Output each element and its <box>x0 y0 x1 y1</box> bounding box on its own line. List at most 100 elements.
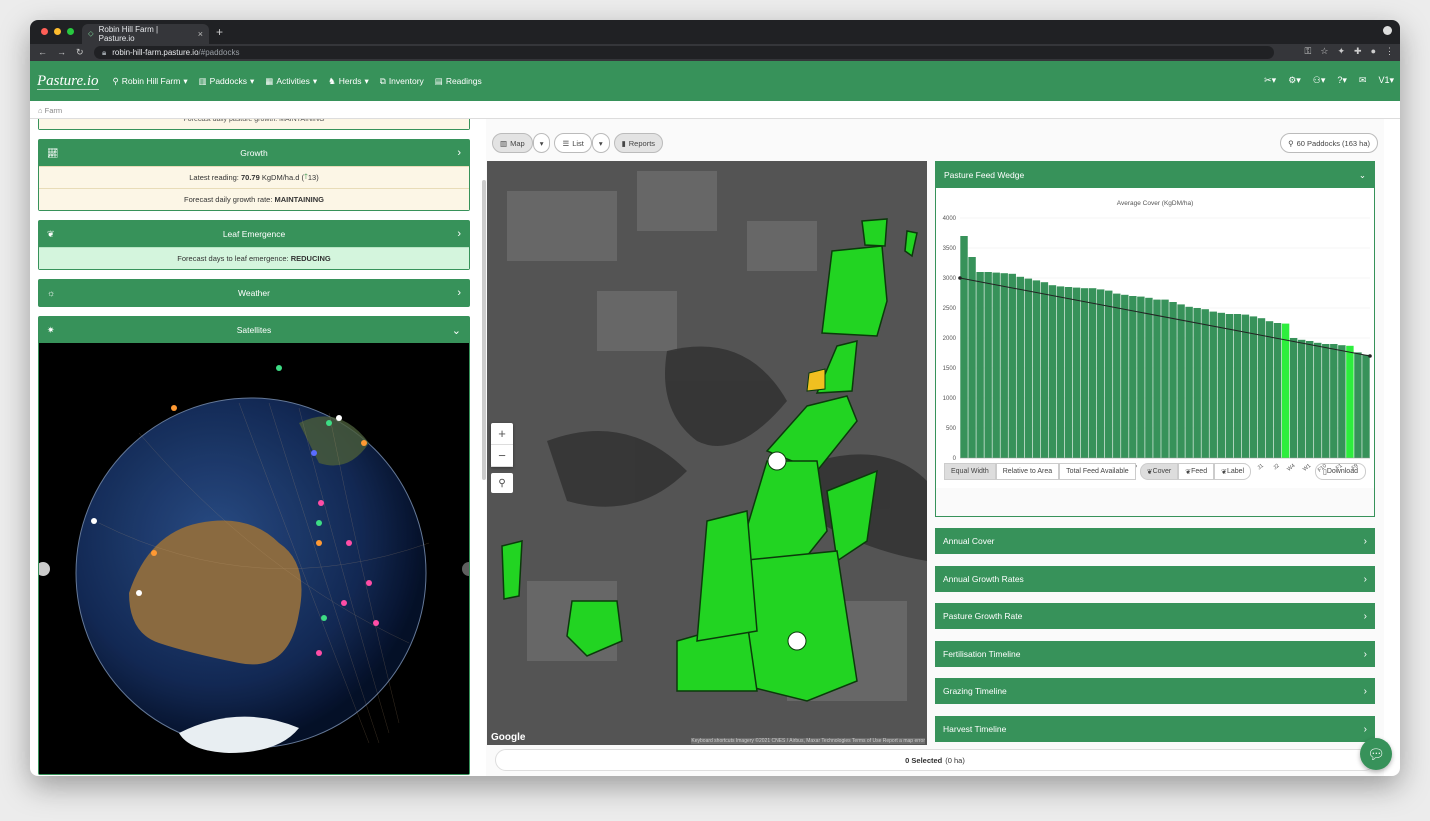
fertilisation-timeline-accordion[interactable]: Fertilisation Timeline › <box>935 641 1375 667</box>
satellite-globe-view[interactable] <box>39 343 469 774</box>
feed-toggle[interactable]: ❦ Feed <box>1178 463 1215 480</box>
y-tick-label: 500 <box>946 426 957 432</box>
browser-tab[interactable]: ⬦ Robin Hill Farm | Pasture.io × <box>82 24 209 44</box>
kebab-menu-icon[interactable]: ⋮ <box>1385 46 1394 57</box>
breadcrumb-farm[interactable]: Farm <box>45 106 63 115</box>
growth-card: 📈︎ Growth › Latest reading: 70.79 KgDM/h… <box>38 139 470 211</box>
chat-widget-button[interactable]: 💬︎ <box>1360 738 1392 770</box>
label-toggle[interactable]: ❦ Label <box>1214 463 1252 480</box>
zoom-out-button[interactable]: − <box>491 445 513 467</box>
tab-close-icon[interactable]: × <box>198 29 203 39</box>
equal-width-button[interactable]: Equal Width <box>944 463 996 480</box>
wedge-bar <box>1161 299 1169 458</box>
map-attribution[interactable]: Keyboard shortcuts Imagery ©2021 CNES / … <box>691 738 925 744</box>
trend-start-point <box>958 276 962 280</box>
user-initials[interactable]: V1▾ <box>1378 75 1394 86</box>
wedge-bar <box>1024 278 1033 458</box>
chevron-right-icon: › <box>457 287 461 299</box>
paddocks-filter-button[interactable]: ⚲ 60 Paddocks (163 ha) <box>1280 133 1378 153</box>
back-icon[interactable]: ← <box>38 47 47 58</box>
grazing-timeline-accordion[interactable]: Grazing Timeline › <box>935 678 1375 704</box>
key-icon[interactable]: ⚿ <box>1305 46 1312 57</box>
pasture-growth-rate-accordion[interactable]: Pasture Growth Rate › <box>935 603 1375 629</box>
x-tick-label: W4 <box>1286 463 1296 473</box>
wedge-bar <box>1008 273 1016 458</box>
chevron-down-icon: ⌄ <box>1358 169 1366 180</box>
browser-menu-icon[interactable] <box>1383 26 1392 35</box>
profile-avatar[interactable]: ● <box>1371 46 1376 57</box>
paddock-map[interactable]: + − ⚲ Google Keyboard shortcuts Imagery … <box>487 161 927 745</box>
map-view-button[interactable]: ▥ Map <box>492 133 533 153</box>
new-tab-icon[interactable]: + <box>216 25 223 39</box>
locate-button[interactable]: ⚲ <box>491 473 513 493</box>
reload-icon[interactable]: ↻ <box>76 47 84 58</box>
menu-paddocks[interactable]: ▥ Paddocks ▾ <box>199 76 255 87</box>
bookmark-star-icon[interactable]: ☆ <box>1320 46 1328 57</box>
feed-wedge-title: Pasture Feed Wedge <box>944 170 1025 180</box>
wedge-bar <box>1322 344 1330 458</box>
forward-icon[interactable]: → <box>57 47 66 58</box>
total-feed-button[interactable]: Total Feed Available <box>1059 463 1136 480</box>
tab-favicon-icon: ⬦ <box>88 29 94 38</box>
menu-readings[interactable]: ▤ Readings <box>435 76 482 87</box>
reports-view-button[interactable]: ▮ Reports <box>613 133 664 153</box>
weather-sun-icon: ☼ <box>47 288 56 298</box>
chat-bubbles-icon[interactable]: ✉ <box>1359 75 1367 86</box>
user-icon[interactable]: ⚇▾ <box>1313 75 1326 86</box>
url-field[interactable]: 🔒︎ robin-hill-farm.pasture.io/#paddocks <box>94 46 1274 59</box>
wedge-bar <box>1217 312 1225 458</box>
wedge-bar <box>1129 296 1137 458</box>
zoom-in-button[interactable]: + <box>491 423 513 445</box>
wedge-bar <box>1281 323 1290 458</box>
feed-wedge-header[interactable]: Pasture Feed Wedge ⌄ <box>936 162 1374 188</box>
menu-inventory[interactable]: ⧉ Inventory <box>380 76 424 87</box>
growth-header[interactable]: 📈︎ Growth › <box>39 140 469 166</box>
chevron-right-icon: › <box>1363 610 1367 622</box>
menu-herds[interactable]: ♞ Herds ▾ <box>328 76 369 87</box>
wedge-bar <box>1040 282 1049 458</box>
url-path: /#paddocks <box>198 48 240 57</box>
window-controls[interactable] <box>41 28 74 35</box>
harvest-timeline-accordion[interactable]: Harvest Timeline › <box>935 716 1375 742</box>
extension-icon[interactable]: ✦ <box>1337 46 1345 57</box>
tools-icon[interactable]: ✂▾ <box>1264 75 1276 86</box>
y-tick-label: 2500 <box>943 306 957 312</box>
y-tick-label: 4000 <box>943 216 957 222</box>
weather-header[interactable]: ☼ Weather › <box>39 280 469 306</box>
wedge-bar <box>1346 345 1354 458</box>
annual-cover-accordion[interactable]: Annual Cover › <box>935 528 1375 554</box>
leaf-emergence-header[interactable]: ❦ Leaf Emergence › <box>39 221 469 247</box>
y-tick-label: 1500 <box>943 366 957 372</box>
wedge-bar <box>1088 288 1097 458</box>
map-dropdown-button[interactable]: ▾ <box>532 133 551 153</box>
satellites-header[interactable]: ✷ Satellites ⌄ <box>39 317 469 343</box>
chart-bar-icon: ▮ <box>621 138 626 148</box>
leaf-emergence-title: Leaf Emergence <box>222 229 286 239</box>
cover-toggle[interactable]: ❦ Cover <box>1139 463 1179 480</box>
download-button[interactable]: ▯ Download <box>1315 463 1366 480</box>
weather-title: Weather <box>238 288 270 298</box>
wedge-bar <box>1338 345 1346 458</box>
wedge-bar <box>976 272 984 458</box>
x-tick-label: J1 <box>1257 463 1265 471</box>
view-toolbar: ▥ Map ▾ ☰ List ▾ ▮ Reports <box>492 133 664 153</box>
y-tick-label: 1000 <box>943 396 957 402</box>
list-view-button[interactable]: ☰ List <box>554 133 592 153</box>
chart-title: Average Cover (KgDM/ha) <box>1116 200 1194 207</box>
annual-growth-rates-accordion[interactable]: Annual Growth Rates › <box>935 566 1375 592</box>
home-icon[interactable]: ⌂ <box>38 106 43 115</box>
leaf-icon: ❦ <box>47 228 55 239</box>
puzzle-icon[interactable]: ✚ <box>1354 46 1362 57</box>
wedge-bar <box>1209 311 1217 458</box>
menu-farm[interactable]: ⚲ Robin Hill Farm ▾ <box>113 76 188 87</box>
selected-count: 0 Selected <box>905 755 943 765</box>
menu-activities[interactable]: ▦ Activities ▾ <box>265 76 317 87</box>
settings-gear-icon[interactable]: ⚙▾ <box>1288 75 1301 86</box>
leaf-forecast: Forecast days to leaf emergence: REDUCIN… <box>39 247 469 269</box>
relative-area-button[interactable]: Relative to Area <box>995 463 1060 480</box>
app-logo[interactable]: Pasture.io <box>37 73 99 90</box>
chevron-right-icon: › <box>457 147 461 159</box>
help-icon[interactable]: ?▾ <box>1337 75 1347 86</box>
wedge-bar <box>1305 341 1314 458</box>
list-dropdown-button[interactable]: ▾ <box>591 133 610 153</box>
